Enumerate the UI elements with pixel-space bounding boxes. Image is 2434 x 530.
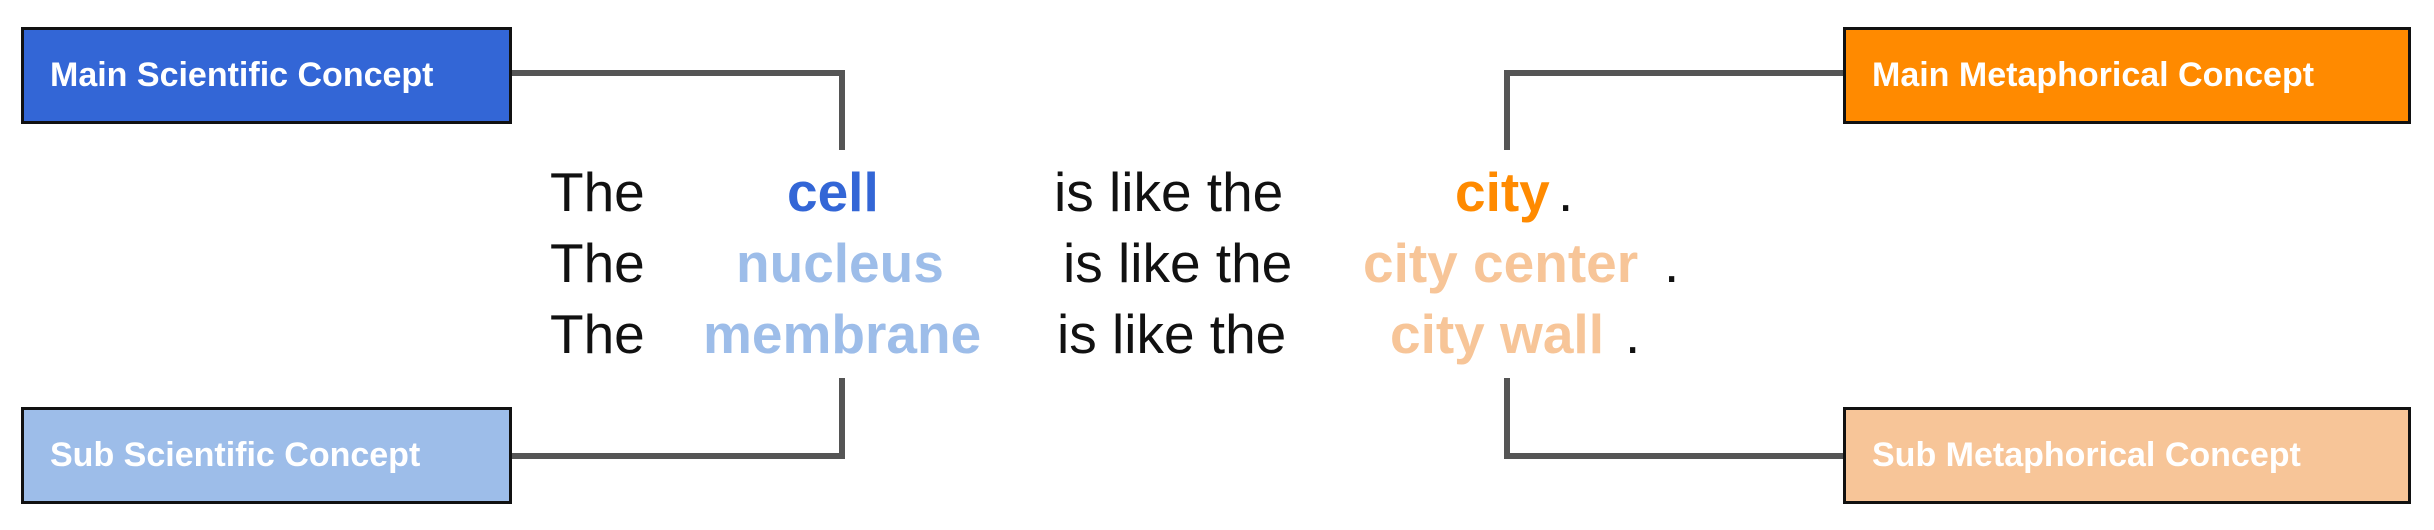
connector-sub-scientific: [512, 378, 845, 459]
sub-metaphorical-concept-box: Sub Metaphorical Concept: [1843, 407, 2411, 504]
sentence-3-relation: is like the: [1057, 303, 1287, 365]
main-scientific-concept-box: Main Scientific Concept: [21, 27, 512, 124]
sentence-3-article: The: [550, 303, 645, 365]
connector-main-metaphorical: [1504, 70, 1843, 150]
sentence-1-period: .: [1558, 161, 1574, 223]
connector-sub-metaphorical: [1504, 378, 1843, 459]
sentence-3-period: .: [1625, 303, 1641, 365]
connector-main-scientific: [512, 70, 845, 150]
sentence-2-article: The: [550, 232, 645, 294]
sentence-1-scientific-term: cell: [787, 161, 879, 223]
main-metaphorical-concept-box: Main Metaphorical Concept: [1843, 27, 2411, 124]
sentence-2-period: .: [1664, 232, 1680, 294]
sentence-1-relation: is like the: [1054, 161, 1284, 223]
concept-metaphor-diagram: Main Scientific Concept Sub Scientific C…: [0, 0, 2434, 530]
sub-scientific-concept-box: Sub Scientific Concept: [21, 407, 512, 504]
sentence-1-metaphor-term: city: [1455, 161, 1550, 223]
sentence-1-article: The: [550, 161, 645, 223]
sentence-2-metaphor-term: city center: [1363, 232, 1639, 294]
sentence-2-relation: is like the: [1063, 232, 1293, 294]
sentence-2-scientific-term: nucleus: [736, 232, 944, 294]
sentence-3-scientific-term: membrane: [703, 303, 982, 365]
sentence-3-metaphor-term: city wall: [1390, 303, 1604, 365]
